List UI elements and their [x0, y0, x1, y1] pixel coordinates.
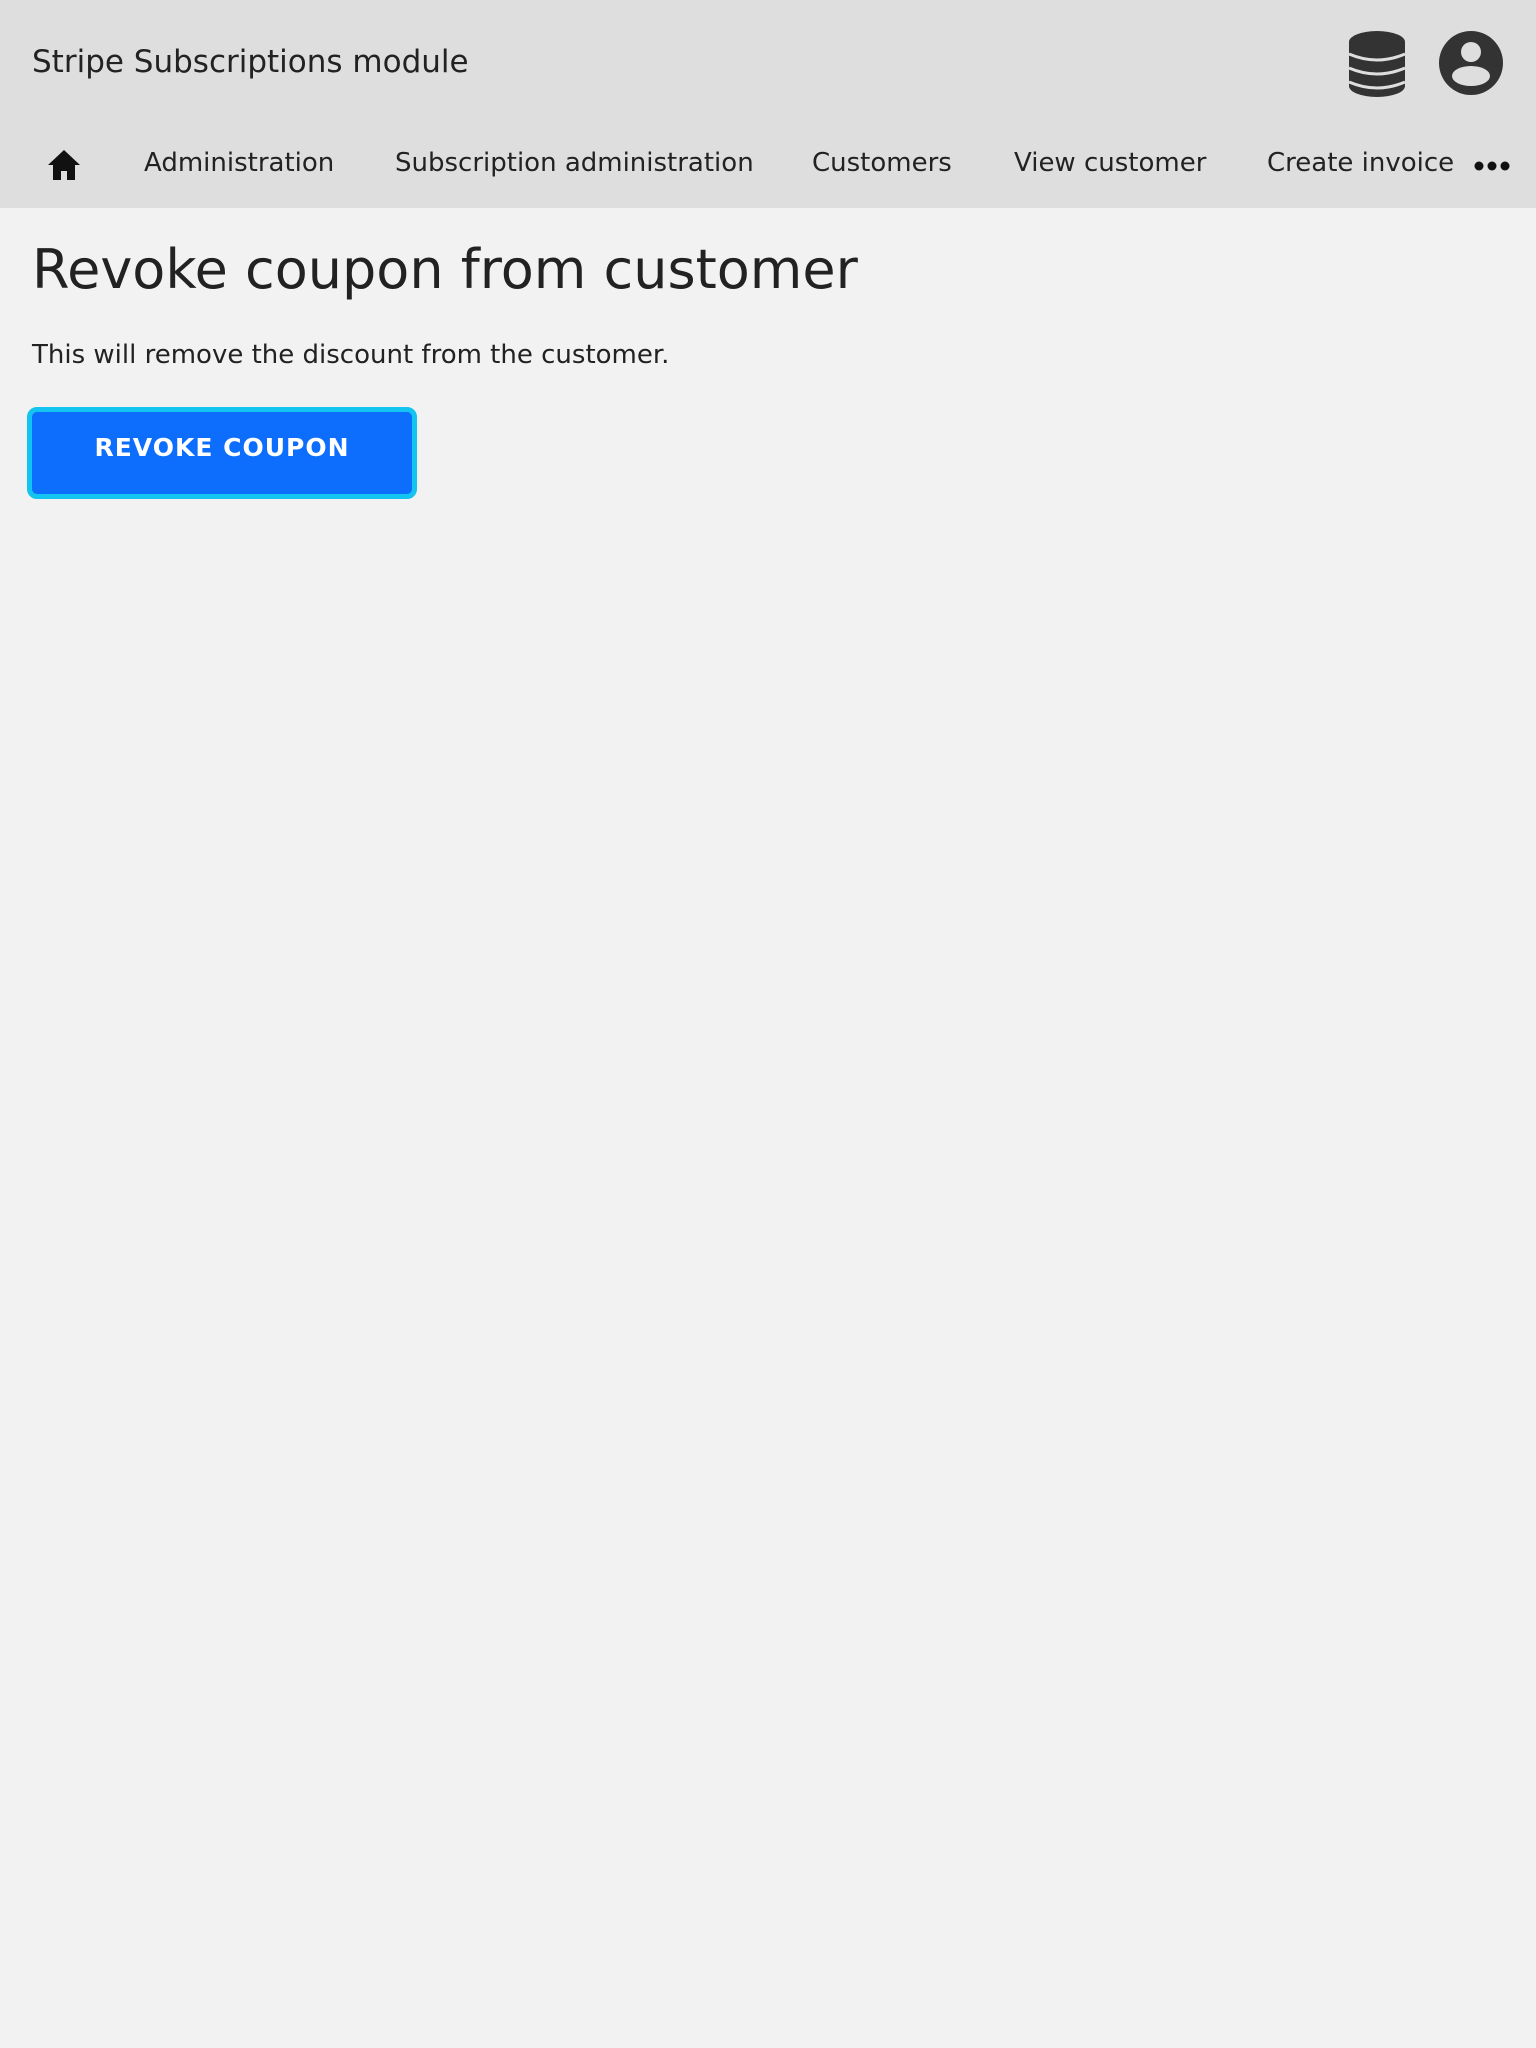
nav-customers[interactable]: Customers	[812, 145, 952, 181]
nav-view-customer[interactable]: View customer	[1014, 145, 1206, 181]
more-horizontal-icon[interactable]	[1474, 158, 1510, 174]
revoke-coupon-button-label: REVOKE COUPON	[94, 432, 350, 462]
page-description: This will remove the discount from the c…	[32, 340, 670, 370]
revoke-coupon-button[interactable]: REVOKE COUPON	[27, 407, 417, 499]
nav-subscription-administration[interactable]: Subscription administration	[395, 145, 754, 181]
page-title: Revoke coupon from customer	[32, 238, 858, 301]
user-circle-icon[interactable]	[1438, 30, 1504, 96]
app-title[interactable]: Stripe Subscriptions module	[32, 42, 469, 82]
home-icon[interactable]	[46, 148, 82, 182]
database-icon[interactable]	[1346, 30, 1408, 98]
nav-create-invoice[interactable]: Create invoice	[1267, 145, 1454, 181]
nav-administration[interactable]: Administration	[144, 145, 334, 181]
